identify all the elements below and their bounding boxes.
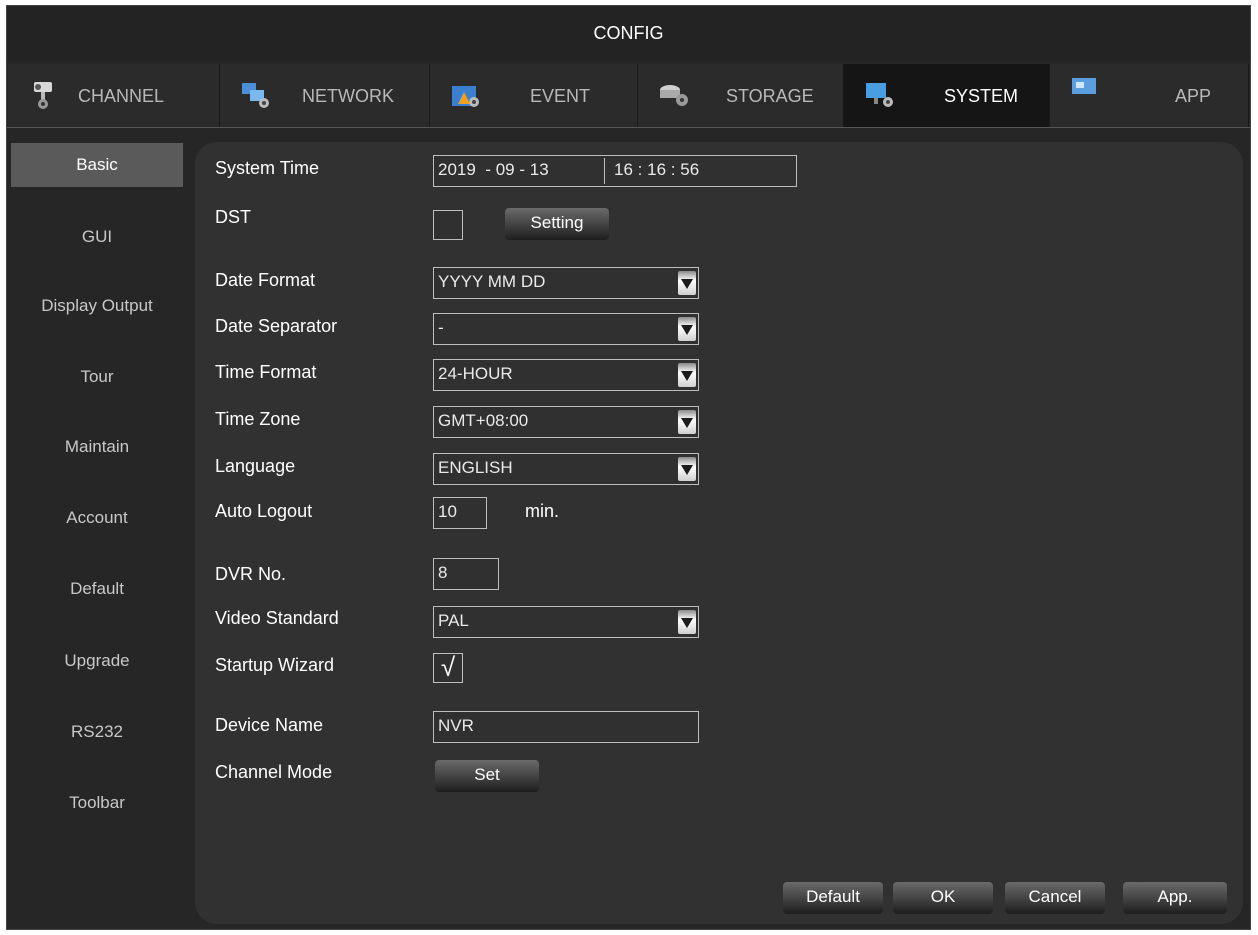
language-value: ENGLISH	[438, 458, 513, 477]
tab-network[interactable]: NETWORK	[220, 64, 430, 128]
event-icon	[452, 86, 479, 107]
tab-channel[interactable]: CHANNEL	[8, 64, 220, 128]
auto-logout-unit: min.	[525, 501, 560, 521]
chevron-down-icon[interactable]	[678, 457, 696, 481]
sidebar-item-tour[interactable]: Tour	[11, 355, 183, 399]
date-sep-1: -	[485, 160, 491, 179]
chevron-down-icon[interactable]	[678, 610, 696, 634]
chevron-down-icon[interactable]	[678, 271, 696, 295]
video-standard-select[interactable]: PAL	[433, 606, 699, 638]
time-zone-label: Time Zone	[215, 409, 301, 429]
date-format-label: Date Format	[215, 270, 316, 290]
date-sep-2: -	[519, 160, 526, 179]
dst-label: DST	[215, 207, 251, 227]
system-time-label: System Time	[215, 158, 320, 178]
date-separator-label: Date Separator	[215, 316, 338, 336]
sidebar-item-toolbar[interactable]: Toolbar	[11, 781, 183, 825]
tab-storage[interactable]: STORAGE	[638, 64, 844, 128]
date-format-select[interactable]: YYYY MM DD	[433, 267, 699, 299]
time-format-value: 24-HOUR	[438, 364, 513, 383]
tab-label: SYSTEM	[944, 86, 1019, 106]
dst-setting-button[interactable]: Setting	[505, 208, 609, 240]
dst-checkbox[interactable]	[433, 210, 463, 240]
network-icon	[242, 83, 269, 108]
device-name-input[interactable]: NVR	[433, 711, 699, 743]
storage-icon	[660, 85, 688, 106]
time-zone-select[interactable]: GMT+08:00	[433, 406, 699, 438]
tab-label: EVENT	[530, 86, 591, 106]
dvr-no-label: DVR No.	[215, 564, 287, 584]
hour-value[interactable]: 16	[614, 160, 633, 179]
time-divider	[604, 158, 605, 184]
tab-label: CHANNEL	[78, 86, 165, 106]
camera-icon	[34, 82, 52, 109]
year-value[interactable]: 2019	[438, 160, 476, 179]
sidebar-item-upgrade[interactable]: Upgrade	[11, 639, 183, 683]
date-separator-select[interactable]: -	[433, 313, 699, 345]
startup-wizard-label: Startup Wizard	[215, 655, 335, 675]
language-label: Language	[215, 456, 296, 476]
config-window: CONFIG CHANNEL NETWORK EVENT STORAGE SYS…	[6, 5, 1251, 930]
tab-app[interactable]: APP	[1050, 64, 1249, 128]
tab-system[interactable]: SYSTEM	[844, 64, 1050, 128]
sidebar-item-default[interactable]: Default	[11, 567, 183, 611]
apply-button[interactable]: App.	[1123, 882, 1227, 914]
tab-label: NETWORK	[302, 86, 394, 106]
sidebar-item-account[interactable]: Account	[11, 496, 183, 540]
system-time-field[interactable]: 2019 - 09 - 13 16 : 16 : 56	[433, 155, 797, 187]
app-icon	[1072, 78, 1096, 94]
sidebar-item-rs232[interactable]: RS232	[11, 710, 183, 754]
tab-event[interactable]: EVENT	[430, 64, 638, 128]
chevron-down-icon[interactable]	[678, 317, 696, 341]
device-name-label: Device Name	[215, 715, 324, 735]
channel-mode-set-button[interactable]: Set	[435, 760, 539, 792]
time-zone-value: GMT+08:00	[438, 411, 529, 430]
video-standard-value: PAL	[438, 611, 469, 630]
date-separator-value: -	[438, 318, 444, 337]
time-format-label: Time Format	[215, 362, 317, 382]
default-button[interactable]: Default	[783, 882, 883, 914]
auto-logout-label: Auto Logout	[215, 501, 313, 521]
settings-panel: System Time 2019 - 09 - 13 16 : 16 : 56 …	[195, 142, 1243, 924]
date-format-value: YYYY MM DD	[438, 272, 546, 291]
day-value[interactable]: 13	[530, 160, 549, 179]
time-colon-2: :	[670, 160, 676, 179]
tab-divider	[7, 127, 1250, 128]
chevron-down-icon[interactable]	[678, 363, 696, 387]
language-select[interactable]: ENGLISH	[433, 453, 699, 485]
tab-label: APP	[1175, 86, 1212, 106]
second-value[interactable]: 56	[680, 160, 699, 179]
startup-wizard-checkbox[interactable]: √	[433, 653, 463, 683]
tab-label: STORAGE	[726, 86, 814, 106]
ok-button[interactable]: OK	[893, 882, 993, 914]
sidebar-item-gui[interactable]: GUI	[11, 215, 183, 259]
month-value[interactable]: 09	[496, 160, 515, 179]
minute-value[interactable]: 16	[647, 160, 666, 179]
sidebar-item-basic[interactable]: Basic	[11, 143, 183, 187]
system-icon	[866, 83, 893, 107]
dvr-no-input[interactable]: 8	[433, 558, 499, 590]
auto-logout-input[interactable]: 10	[433, 497, 487, 529]
tab-bar: CHANNEL NETWORK EVENT STORAGE SYSTEM APP	[8, 64, 1249, 128]
channel-mode-label: Channel Mode	[215, 762, 333, 782]
time-colon-1: :	[637, 160, 643, 179]
chevron-down-icon[interactable]	[678, 410, 696, 434]
time-format-select[interactable]: 24-HOUR	[433, 359, 699, 391]
window-title: CONFIG	[7, 6, 1250, 61]
time-part: 16 : 16 : 56	[614, 156, 699, 184]
cancel-button[interactable]: Cancel	[1005, 882, 1105, 914]
sidebar-item-display-output[interactable]: Display Output	[11, 284, 183, 328]
sidebar-item-maintain[interactable]: Maintain	[11, 425, 183, 469]
video-standard-label: Video Standard	[215, 608, 339, 628]
